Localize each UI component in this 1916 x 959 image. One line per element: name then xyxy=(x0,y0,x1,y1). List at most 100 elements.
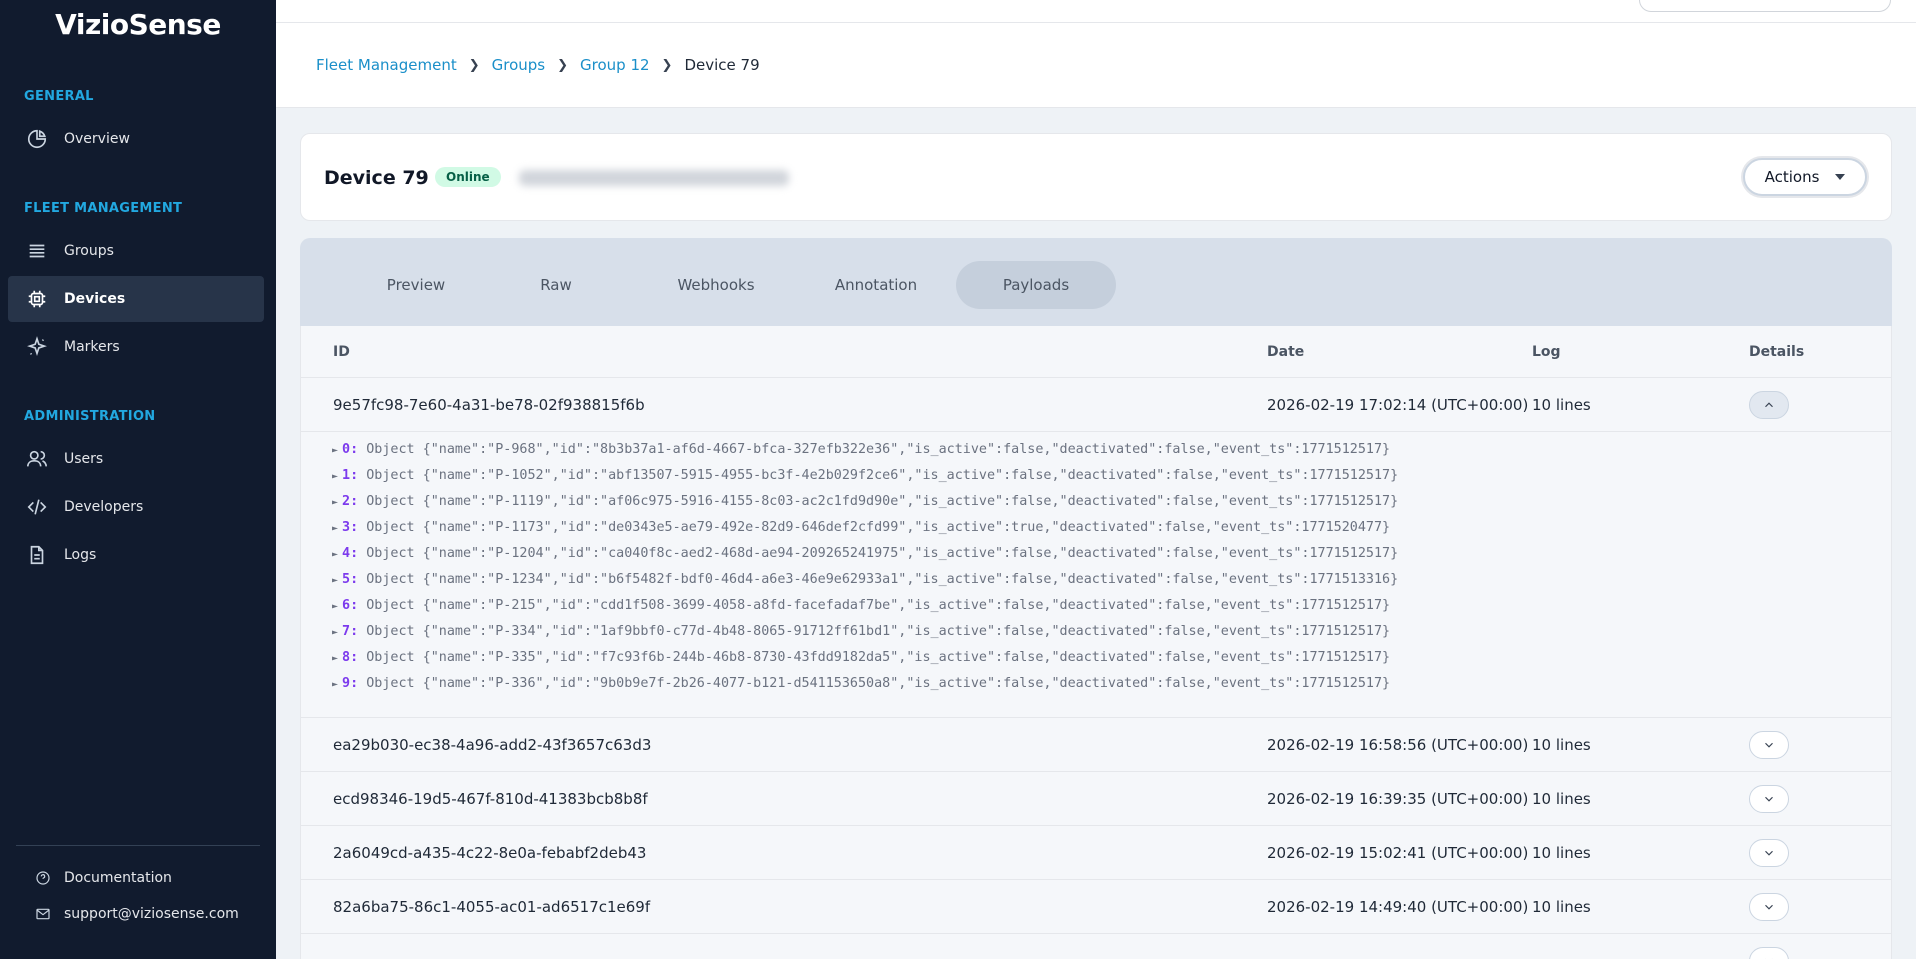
brand-logo[interactable]: VizioSense xyxy=(0,8,276,41)
sidebar: VizioSense GENERAL Overview FLEET MANAGE… xyxy=(0,0,276,959)
payload-index: 4: xyxy=(342,546,359,561)
mail-icon xyxy=(34,905,52,923)
expand-triangle-icon: ► xyxy=(332,679,339,690)
expand-triangle-icon: ► xyxy=(332,471,339,482)
expand-triangle-icon: ► xyxy=(332,445,339,456)
footer-link-support-email[interactable]: support@viziosense.com xyxy=(34,905,239,923)
chevron-right-icon: ❯ xyxy=(468,57,480,73)
table-row[interactable]: 9e57fc98-7e60-4a31-be78-02f938815f6b 202… xyxy=(301,378,1891,432)
file-icon xyxy=(26,544,48,566)
expand-triangle-icon: ► xyxy=(332,497,339,508)
column-header-date: Date xyxy=(1267,344,1305,360)
tab-payloads[interactable]: Payloads xyxy=(956,261,1116,309)
row-log: 10 lines xyxy=(1532,844,1591,862)
payload-line[interactable]: ► 7: Object {"name":"P-334","id":"1af9bbf… xyxy=(332,624,1390,639)
expand-row-button[interactable] xyxy=(1749,947,1789,959)
tab-webhooks[interactable]: Webhooks xyxy=(636,261,796,309)
payload-line[interactable]: ► 2: Object {"name":"P-1119","id":"af06c9… xyxy=(332,494,1398,509)
payload-text: Object {"name":"P-335","id":"f7c93f6b-24… xyxy=(366,650,1391,665)
payload-text: Object {"name":"P-1204","id":"ca040f8c-a… xyxy=(366,546,1399,561)
payload-details: ► 0: Object {"name":"P-968","id":"8b3b37a… xyxy=(301,432,1891,718)
breadcrumb-group[interactable]: Group 12 xyxy=(580,56,650,74)
actions-button-label: Actions xyxy=(1764,168,1820,186)
payload-line[interactable]: ► 3: Object {"name":"P-1173","id":"de0343… xyxy=(332,520,1390,535)
help-circle-icon xyxy=(34,869,52,887)
search-input[interactable] xyxy=(1639,0,1891,12)
row-id: ecd98346-19d5-467f-810d-41383bcb8b8f xyxy=(333,790,648,808)
breadcrumb-groups[interactable]: Groups xyxy=(492,56,545,74)
actions-button[interactable]: Actions xyxy=(1743,158,1867,196)
row-id: 9e57fc98-7e60-4a31-be78-02f938815f6b xyxy=(333,396,645,414)
column-header-details: Details xyxy=(1749,344,1805,360)
payload-line[interactable]: ► 1: Object {"name":"P-1052","id":"abf135… xyxy=(332,468,1398,483)
payload-text: Object {"name":"P-968","id":"8b3b37a1-af… xyxy=(366,442,1391,457)
expand-triangle-icon: ► xyxy=(332,523,339,534)
sidebar-item-overview[interactable]: Overview xyxy=(8,116,264,162)
payload-index: 0: xyxy=(342,442,359,457)
sidebar-item-markers[interactable]: Markers xyxy=(8,324,264,370)
row-id: 2a6049cd-a435-4c22-8e0a-febabf2deb43 xyxy=(333,844,647,862)
table-row[interactable]: ea29b030-ec38-4a96-add2-43f3657c63d3 202… xyxy=(301,718,1891,772)
top-divider xyxy=(276,22,1916,23)
page-scrollbar[interactable] xyxy=(1908,0,1916,959)
payload-line[interactable]: ► 8: Object {"name":"P-335","id":"f7c93f6… xyxy=(332,650,1390,665)
sidebar-item-groups[interactable]: Groups xyxy=(8,228,264,274)
sidebar-item-label: Users xyxy=(64,451,104,467)
status-badge: Online xyxy=(435,167,501,187)
payload-text: Object {"name":"P-1234","id":"b6f5482f-b… xyxy=(366,572,1399,587)
footer-link-label: support@viziosense.com xyxy=(64,906,239,922)
payload-index: 9: xyxy=(342,676,359,691)
tab-bar: Preview Raw Webhooks Annotation Payloads xyxy=(300,238,1892,326)
payload-line[interactable]: ► 4: Object {"name":"P-1204","id":"ca040f… xyxy=(332,546,1398,561)
tab-preview[interactable]: Preview xyxy=(336,261,496,309)
top-bar: Fleet Management ❯ Groups ❯ Group 12 ❯ D… xyxy=(276,0,1916,108)
chevron-right-icon: ❯ xyxy=(557,57,569,73)
payload-text: Object {"name":"P-1119","id":"af06c975-5… xyxy=(366,494,1399,509)
payload-line[interactable]: ► 0: Object {"name":"P-968","id":"8b3b37a… xyxy=(332,442,1390,457)
payload-index: 7: xyxy=(342,624,359,639)
payload-text: Object {"name":"P-1052","id":"abf13507-5… xyxy=(366,468,1399,483)
tab-raw[interactable]: Raw xyxy=(476,261,636,309)
table-row-partial[interactable] xyxy=(301,934,1891,959)
row-date: 2026-02-19 14:49:40 (UTC+00:00) xyxy=(1267,898,1529,916)
expand-row-button[interactable] xyxy=(1749,785,1789,813)
expand-row-button[interactable] xyxy=(1749,731,1789,759)
sidebar-item-label: Logs xyxy=(64,547,97,563)
table-row[interactable]: 2a6049cd-a435-4c22-8e0a-febabf2deb43 202… xyxy=(301,826,1891,880)
row-log: 10 lines xyxy=(1532,736,1591,754)
expand-triangle-icon: ► xyxy=(332,575,339,586)
expand-triangle-icon: ► xyxy=(332,549,339,560)
expand-triangle-icon: ► xyxy=(332,653,339,664)
payload-index: 8: xyxy=(342,650,359,665)
column-header-log: Log xyxy=(1532,344,1561,360)
section-label-administration: ADMINISTRATION xyxy=(24,409,156,424)
chevron-down-icon xyxy=(1765,796,1773,802)
footer-link-documentation[interactable]: Documentation xyxy=(34,869,172,887)
table-header: ID Date Log Details xyxy=(301,326,1891,378)
payload-line[interactable]: ► 5: Object {"name":"P-1234","id":"b6f548… xyxy=(332,572,1398,587)
sidebar-item-devices[interactable]: Devices xyxy=(8,276,264,322)
sidebar-item-label: Groups xyxy=(64,243,114,259)
payload-line[interactable]: ► 6: Object {"name":"P-215","id":"cdd1f50… xyxy=(332,598,1390,613)
pie-chart-icon xyxy=(26,128,48,150)
row-date: 2026-02-19 17:02:14 (UTC+00:00) xyxy=(1267,396,1529,414)
caret-down-icon xyxy=(1835,174,1846,180)
sidebar-item-logs[interactable]: Logs xyxy=(8,532,264,578)
footer-link-label: Documentation xyxy=(64,870,172,886)
sidebar-item-developers[interactable]: Developers xyxy=(8,484,264,530)
expand-row-button[interactable] xyxy=(1749,839,1789,867)
table-row[interactable]: ecd98346-19d5-467f-810d-41383bcb8b8f 202… xyxy=(301,772,1891,826)
code-icon xyxy=(26,496,48,518)
table-row[interactable]: 82a6ba75-86c1-4055-ac01-ad6517c1e69f 202… xyxy=(301,880,1891,934)
expand-row-button[interactable] xyxy=(1749,893,1789,921)
tab-annotation[interactable]: Annotation xyxy=(796,261,956,309)
payload-line[interactable]: ► 9: Object {"name":"P-336","id":"9b0b9e7… xyxy=(332,676,1390,691)
redacted-device-id xyxy=(519,170,789,186)
collapse-row-button[interactable] xyxy=(1749,391,1789,419)
payloads-table: ID Date Log Details 9e57fc98-7e60-4a31-b… xyxy=(300,326,1892,959)
payload-text: Object {"name":"P-215","id":"cdd1f508-36… xyxy=(366,598,1391,613)
sidebar-item-users[interactable]: Users xyxy=(8,436,264,482)
breadcrumb-fleet-management[interactable]: Fleet Management xyxy=(316,56,457,74)
sidebar-item-label: Markers xyxy=(64,339,120,355)
payload-text: Object {"name":"P-336","id":"9b0b9e7f-2b… xyxy=(366,676,1391,691)
